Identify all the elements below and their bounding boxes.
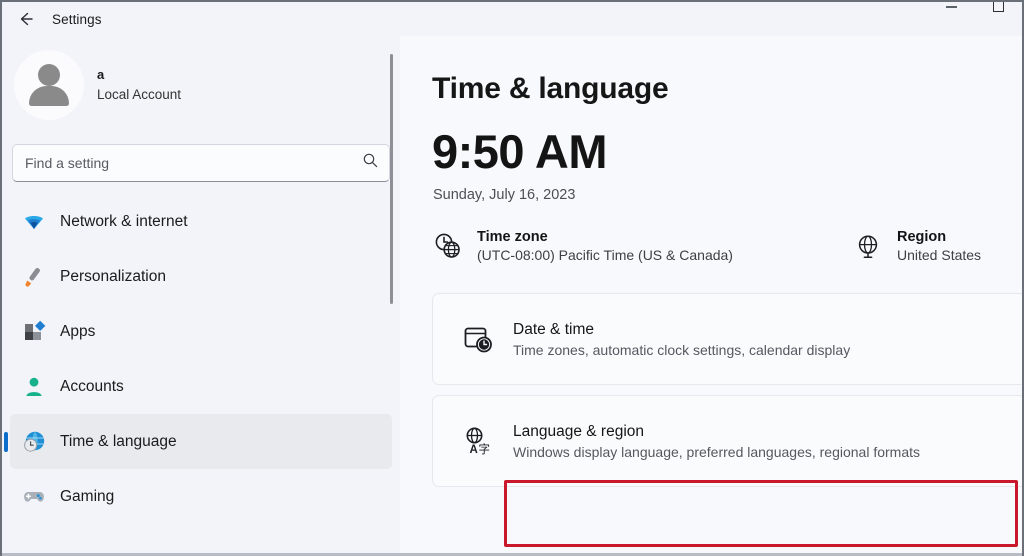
search-icon[interactable]: [362, 152, 379, 174]
search-box[interactable]: [12, 144, 390, 182]
calendar-clock-icon: [461, 322, 495, 356]
language-translate-icon: A 字: [461, 424, 495, 458]
region-info: Region United States: [853, 229, 981, 263]
clock-globe-icon: [22, 430, 46, 454]
app-title: Settings: [52, 11, 102, 27]
sidebar-item-gaming[interactable]: Gaming: [10, 469, 392, 524]
sidebar-item-apps[interactable]: Apps: [10, 304, 392, 359]
sidebar-item-personalization[interactable]: Personalization: [10, 249, 392, 304]
window-controls: [928, 2, 1022, 20]
person-icon: [22, 375, 46, 399]
maximize-button[interactable]: [975, 2, 1022, 20]
card-subtitle: Windows display language, preferred lang…: [513, 443, 921, 460]
sidebar-item-network-internet[interactable]: Network & internet: [10, 194, 392, 249]
info-summary-row: Time zone (UTC-08:00) Pacific Time (US &…: [433, 229, 1022, 263]
account-type: Local Account: [97, 86, 182, 102]
svg-text:字: 字: [479, 442, 491, 456]
minimize-button[interactable]: [928, 2, 975, 20]
paintbrush-icon: [22, 265, 46, 289]
sidebar-item-label: Accounts: [60, 377, 124, 395]
card-text: Date & time Time zones, automatic clock …: [513, 321, 850, 358]
time-zone-text: Time zone (UTC-08:00) Pacific Time (US &…: [477, 229, 733, 263]
clock-globe-icon: [433, 231, 463, 261]
settings-card-list: Date & time Time zones, automatic clock …: [432, 293, 1022, 487]
region-value: United States: [897, 247, 982, 263]
avatar-head-icon: [38, 64, 60, 86]
card-title: Date & time: [513, 320, 594, 338]
region-text: Region United States: [897, 229, 981, 263]
time-zone-value: (UTC-08:00) Pacific Time (US & Canada): [477, 247, 733, 263]
account-name: a: [97, 67, 105, 83]
card-language-region[interactable]: A 字 Language & region Windows display la…: [432, 395, 1022, 487]
card-title: Language & region: [513, 422, 645, 440]
back-arrow-icon: [16, 9, 36, 29]
time-zone-info: Time zone (UTC-08:00) Pacific Time (US &…: [433, 229, 853, 263]
time-zone-title: Time zone: [477, 229, 548, 245]
settings-window: Settings a Local Account Find a setting …: [0, 0, 1024, 556]
globe-icon: [853, 231, 883, 261]
main-content: Time & language 9:50 AM Sunday, July 16,…: [400, 36, 1022, 556]
current-date: Sunday, July 16, 2023: [433, 187, 576, 203]
gamepad-icon: [22, 485, 46, 509]
region-title: Region: [897, 229, 947, 245]
back-button[interactable]: [6, 4, 46, 34]
card-date-time[interactable]: Date & time Time zones, automatic clock …: [432, 293, 1022, 385]
sidebar-item-label: Network & internet: [60, 212, 188, 230]
sidebar-item-time-language[interactable]: Time & language: [10, 414, 392, 469]
sidebar-item-accounts[interactable]: Accounts: [10, 359, 392, 414]
apps-grid-icon: [22, 320, 46, 344]
maximize-icon: [993, 2, 1004, 12]
card-text: Language & region Windows display langua…: [513, 423, 920, 460]
sidebar-item-label: Gaming: [60, 487, 115, 505]
sidebar: a Local Account Find a setting Network &…: [4, 36, 398, 556]
account-text: a Local Account: [97, 66, 181, 104]
avatar: [14, 50, 84, 120]
minimize-icon: [946, 6, 957, 8]
page-title: Time & language: [432, 72, 669, 105]
sidebar-item-label: Personalization: [60, 267, 166, 285]
card-subtitle: Time zones, automatic clock settings, ca…: [513, 341, 851, 358]
current-time: 9:50 AM: [432, 125, 607, 178]
sidebar-scrollbar-thumb[interactable]: [390, 54, 393, 304]
title-bar: Settings: [2, 2, 1022, 36]
svg-text:A: A: [470, 444, 478, 456]
sidebar-item-label: Apps: [60, 322, 96, 340]
search-input[interactable]: [25, 155, 362, 171]
sidebar-nav: Network & internet Personalization Apps …: [4, 194, 398, 524]
avatar-body-icon: [29, 86, 69, 106]
sidebar-item-label: Time & language: [60, 432, 177, 450]
account-block[interactable]: a Local Account: [4, 36, 398, 130]
wifi-icon: [22, 210, 46, 234]
